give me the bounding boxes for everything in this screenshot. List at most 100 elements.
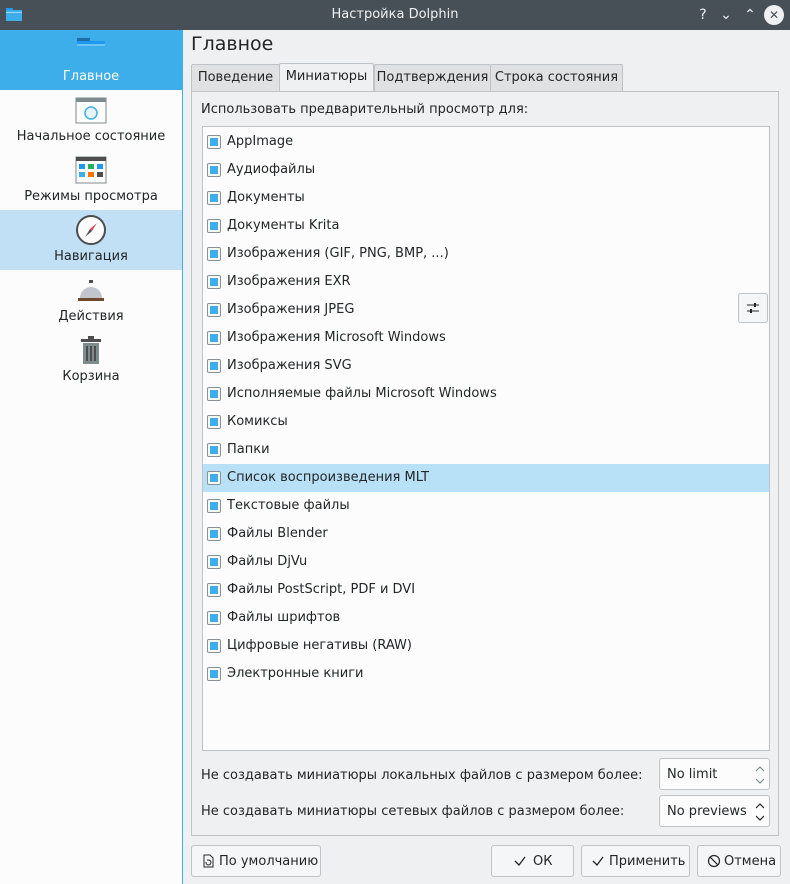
list-item-label: Текстовые файлы: [227, 498, 350, 513]
startup-window-icon: [75, 97, 107, 124]
window-title: Настройка Dolphin: [331, 7, 459, 22]
list-item-label: Электронные книги: [227, 666, 364, 681]
list-item-label: Документы: [227, 190, 305, 205]
checkmark-icon: [592, 856, 604, 866]
sidebar-item-label: Начальное состояние: [16, 129, 166, 144]
list-item-label: Изображения EXR: [227, 274, 351, 289]
checkbox[interactable]: [207, 527, 221, 541]
configure-plugin-button[interactable]: [738, 293, 768, 323]
list-item-label: Комиксы: [227, 414, 288, 429]
list-item[interactable]: Изображения Microsoft Windows: [203, 324, 769, 352]
checkbox[interactable]: [207, 387, 221, 401]
list-item[interactable]: Список воспроизведения MLT: [203, 464, 769, 492]
folder-icon: [77, 38, 105, 63]
chevron-down-icon[interactable]: [755, 813, 765, 823]
local-size-label: Не создавать миниатюры локальных файлов …: [201, 768, 643, 783]
list-item-label: Изображения Microsoft Windows: [227, 330, 446, 345]
checkbox[interactable]: [207, 667, 221, 681]
ok-button[interactable]: ОК: [491, 845, 574, 877]
checkbox[interactable]: [207, 555, 221, 569]
list-item[interactable]: Исполняемые файлы Microsoft Windows: [203, 380, 769, 408]
sidebar-item-startup[interactable]: Начальное состояние: [0, 90, 182, 150]
cancel-icon: [707, 854, 721, 868]
local-size-spinbox[interactable]: No limit: [659, 758, 770, 790]
apply-button[interactable]: Применить: [581, 845, 690, 877]
list-item[interactable]: Аудиофайлы: [203, 156, 769, 184]
list-item-label: Изображения SVG: [227, 358, 352, 373]
checkbox[interactable]: [207, 611, 221, 625]
list-item[interactable]: Цифровые негативы (RAW): [203, 632, 769, 660]
list-item[interactable]: Изображения EXR: [203, 268, 769, 296]
thumbnails-panel: Использовать предварительный просмотр дл…: [191, 91, 779, 836]
list-item[interactable]: Файлы PostScript, PDF и DVI: [203, 576, 769, 604]
remote-size-value: No previews: [667, 804, 747, 819]
maximize-button[interactable]: ⌃: [740, 5, 760, 25]
checkbox[interactable]: [207, 359, 221, 373]
list-item-label: Аудиофайлы: [227, 162, 316, 177]
list-item[interactable]: Изображения JPEG: [203, 296, 769, 324]
cancel-button[interactable]: Отмена: [697, 845, 781, 877]
minimize-button[interactable]: ⌄: [716, 5, 736, 25]
chevron-up-icon[interactable]: [755, 801, 765, 811]
list-item[interactable]: Папки: [203, 436, 769, 464]
ok-button-label: ОК: [533, 854, 553, 869]
tab-thumbnails[interactable]: Миниатюры: [279, 63, 374, 92]
list-item[interactable]: Документы Krita: [203, 212, 769, 240]
list-item[interactable]: Файлы шрифтов: [203, 604, 769, 632]
chevron-down-icon[interactable]: [755, 776, 765, 786]
sidebar-item-label: Корзина: [62, 369, 120, 384]
list-item-label: Изображения JPEG: [227, 302, 355, 317]
checkbox[interactable]: [207, 163, 221, 177]
tab-status-bar[interactable]: Строка состояния: [490, 64, 623, 92]
list-item[interactable]: Изображения SVG: [203, 352, 769, 380]
checkbox[interactable]: [207, 443, 221, 457]
chevron-up-icon[interactable]: [755, 764, 765, 774]
close-button[interactable]: ✕: [764, 5, 784, 25]
service-bell-icon: [78, 280, 104, 301]
list-item[interactable]: Комиксы: [203, 408, 769, 436]
sidebar-item-actions[interactable]: Действия: [0, 270, 182, 330]
list-item[interactable]: Документы: [203, 184, 769, 212]
sidebar-item-trash[interactable]: Корзина: [0, 330, 182, 390]
list-item[interactable]: Изображения (GIF, PNG, BMP, ...): [203, 240, 769, 268]
checkbox[interactable]: [207, 191, 221, 205]
sliders-icon: [747, 303, 759, 313]
checkbox[interactable]: [207, 583, 221, 597]
cancel-button-label: Отмена: [724, 854, 777, 869]
checkbox[interactable]: [207, 247, 221, 261]
help-button[interactable]: ?: [693, 5, 713, 25]
list-item-label: Список воспроизведения MLT: [227, 470, 430, 485]
checkbox[interactable]: [207, 331, 221, 345]
compass-icon: [76, 215, 106, 245]
page-title: Главное: [191, 33, 274, 55]
checkbox[interactable]: [207, 275, 221, 289]
sidebar-item-general[interactable]: Главное: [0, 30, 182, 90]
settings-sidebar: Главное Начальное состояние Режимы просм…: [0, 30, 183, 884]
checkbox[interactable]: [207, 303, 221, 317]
defaults-button-label: По умолчанию: [219, 854, 319, 869]
sidebar-item-label: Навигация: [54, 249, 128, 264]
checkbox[interactable]: [207, 499, 221, 513]
checkbox[interactable]: [207, 135, 221, 149]
list-item[interactable]: Электронные книги: [203, 660, 769, 688]
sidebar-item-navigation[interactable]: Навигация: [0, 210, 182, 270]
checkbox[interactable]: [207, 471, 221, 485]
list-item-label: Цифровые негативы (RAW): [227, 638, 412, 653]
checkbox[interactable]: [207, 415, 221, 429]
remote-size-spinbox[interactable]: No previews: [659, 795, 770, 827]
list-item[interactable]: Файлы DjVu: [203, 548, 769, 576]
checkbox[interactable]: [207, 639, 221, 653]
list-item[interactable]: Текстовые файлы: [203, 492, 769, 520]
sidebar-item-label: Режимы просмотра: [24, 189, 158, 204]
sidebar-item-view-modes[interactable]: Режимы просмотра: [0, 150, 182, 210]
tab-confirmations[interactable]: Подтверждения: [374, 64, 491, 92]
defaults-button[interactable]: По умолчанию: [191, 845, 321, 877]
apply-button-label: Применить: [609, 854, 686, 869]
list-item[interactable]: Файлы Blender: [203, 520, 769, 548]
checkbox[interactable]: [207, 219, 221, 233]
list-item[interactable]: AppImage: [203, 128, 769, 156]
trash-icon: [81, 336, 101, 364]
title-bar: Настройка Dolphin ? ⌄ ⌃ ✕: [0, 0, 790, 30]
preview-type-list[interactable]: AppImage Аудиофайлы Документы Документы Kri…: [202, 126, 770, 751]
tab-behavior[interactable]: Поведение: [191, 64, 280, 92]
